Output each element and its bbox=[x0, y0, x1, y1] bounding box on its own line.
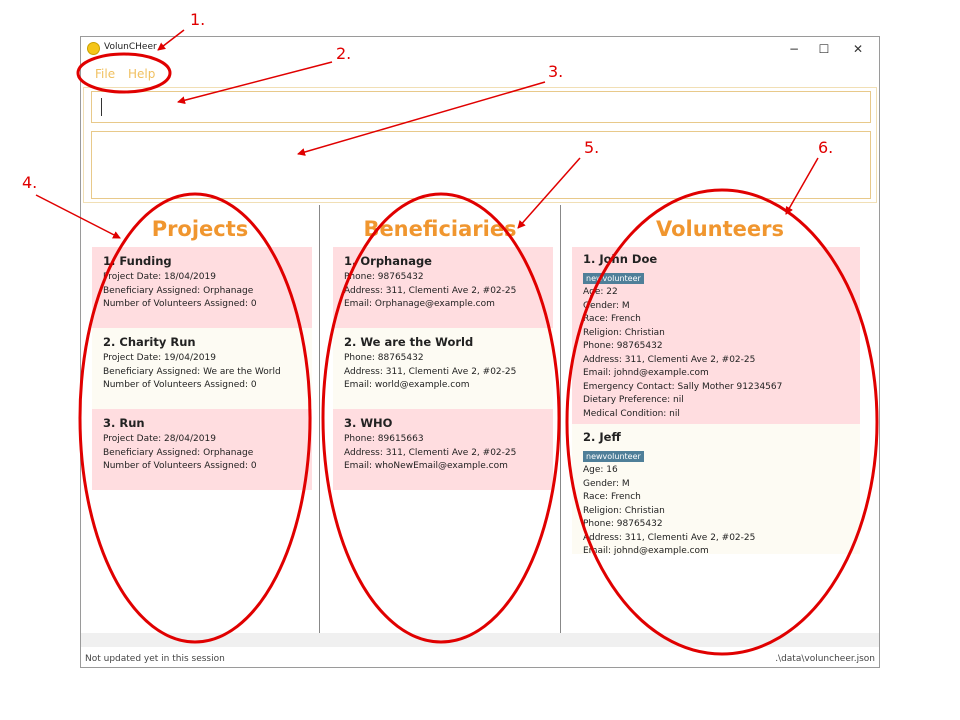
annotation-ellipse-beneficiaries bbox=[321, 192, 561, 644]
annotation-arrow-1 bbox=[157, 29, 185, 51]
annotation-overlay bbox=[35, 29, 879, 656]
annotation-arrow-6 bbox=[785, 157, 819, 215]
annotation-ellipse-volunteers bbox=[565, 188, 879, 656]
annotation-arrow-3 bbox=[297, 81, 546, 156]
annotation-label-2: 2. bbox=[336, 44, 352, 63]
annotation-label-5: 5. bbox=[584, 138, 600, 157]
annotation-arrow-4 bbox=[35, 194, 121, 239]
annotation-arrow-2 bbox=[177, 61, 333, 105]
annotation-label-4: 4. bbox=[22, 173, 38, 192]
annotation-label-1: 1. bbox=[190, 10, 206, 29]
annotation-label-6: 6. bbox=[818, 138, 834, 157]
annotation-label-3: 3. bbox=[548, 62, 564, 81]
annotation-arrow-5 bbox=[517, 157, 581, 229]
annotation-ellipse-menu bbox=[76, 52, 172, 94]
annotation-ellipse-projects bbox=[78, 192, 312, 644]
